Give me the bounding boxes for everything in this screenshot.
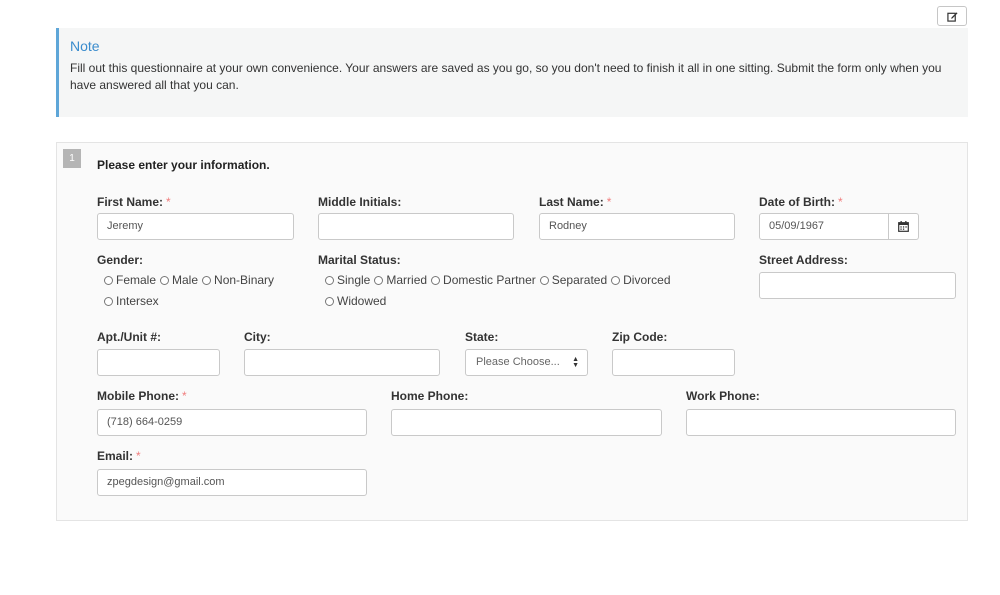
dob-input[interactable]: 05/09/1967: [759, 213, 889, 240]
state-label: State:: [465, 330, 499, 344]
middle-initials-label: Middle Initials:: [318, 195, 402, 209]
select-arrows-icon: ▲ ▼: [572, 356, 579, 369]
marital-option-domestic-partner[interactable]: Domestic Partner: [431, 270, 536, 291]
email-label: Email: *: [97, 449, 141, 463]
apt-unit-input[interactable]: [97, 349, 220, 376]
middle-initials-input[interactable]: [318, 213, 514, 240]
required-marker: *: [606, 195, 612, 209]
work-phone-input[interactable]: [686, 409, 956, 436]
radio-icon: [539, 276, 549, 285]
radio-icon: [160, 276, 170, 285]
radio-icon: [202, 276, 212, 285]
marital-option-widowed[interactable]: Widowed: [325, 291, 386, 312]
email-input[interactable]: zpegdesign@gmail.com: [97, 469, 367, 496]
street-address-input[interactable]: [759, 272, 956, 299]
apt-unit-label: Apt./Unit #:: [97, 330, 161, 344]
calendar-button[interactable]: [889, 213, 919, 240]
state-selected-value: Please Choose...: [476, 356, 560, 368]
required-marker: *: [166, 195, 171, 209]
radio-icon: [325, 276, 334, 285]
gender-option-male[interactable]: Male: [160, 270, 198, 291]
radio-icon: [325, 297, 334, 306]
marital-status-label: Marital Status:: [318, 253, 401, 267]
calendar-icon: [898, 221, 909, 232]
zip-code-input[interactable]: [612, 349, 735, 376]
home-phone-label: Home Phone:: [391, 389, 469, 403]
note-box: Note Fill out this questionnaire at your…: [56, 28, 968, 117]
work-phone-label: Work Phone:: [686, 389, 760, 403]
gender-option-intersex[interactable]: Intersex: [104, 291, 159, 312]
last-name-input[interactable]: Rodney: [539, 213, 735, 240]
gender-option-non-binary[interactable]: Non-Binary: [202, 270, 274, 291]
question-number: 1: [63, 149, 81, 168]
gender-options: Female Male Non-Binary Intersex: [104, 270, 314, 312]
dob-label: Date of Birth: *: [759, 195, 843, 209]
note-body: Fill out this questionnaire at your own …: [70, 61, 942, 92]
marital-option-single[interactable]: Single: [325, 270, 370, 291]
required-marker: *: [838, 195, 843, 209]
question-panel: 1 Please enter your information. First N…: [56, 142, 968, 521]
radio-icon: [104, 297, 113, 306]
state-select[interactable]: Please Choose... ▲ ▼: [465, 349, 588, 376]
street-address-label: Street Address:: [759, 253, 848, 267]
first-name-label: First Name: *: [97, 195, 171, 209]
edit-icon: [946, 11, 958, 22]
required-marker: *: [182, 389, 187, 403]
city-label: City:: [244, 330, 271, 344]
home-phone-input[interactable]: [391, 409, 662, 436]
question-title: Please enter your information.: [97, 158, 270, 172]
city-input[interactable]: [244, 349, 440, 376]
radio-icon: [374, 276, 384, 285]
gender-label: Gender:: [97, 253, 144, 267]
radio-icon: [104, 276, 113, 285]
required-marker: *: [136, 449, 141, 463]
last-name-label: Last Name: *: [539, 195, 612, 209]
edit-button[interactable]: [937, 6, 967, 26]
radio-icon: [431, 276, 441, 285]
marital-option-separated[interactable]: Separated: [539, 270, 607, 291]
first-name-input[interactable]: Jeremy: [97, 213, 294, 240]
marital-status-options: Single Married Domestic Partner Separated Di…: [325, 270, 745, 312]
radio-icon: [611, 276, 621, 285]
zip-code-label: Zip Code:: [612, 330, 668, 344]
note-title: Note: [70, 38, 100, 54]
marital-option-married[interactable]: Married: [374, 270, 427, 291]
gender-option-female[interactable]: Female: [104, 270, 156, 291]
marital-option-divorced[interactable]: Divorced: [611, 270, 671, 291]
mobile-phone-label: Mobile Phone: *: [97, 389, 187, 403]
mobile-phone-input[interactable]: (718) 664-0259: [97, 409, 367, 436]
